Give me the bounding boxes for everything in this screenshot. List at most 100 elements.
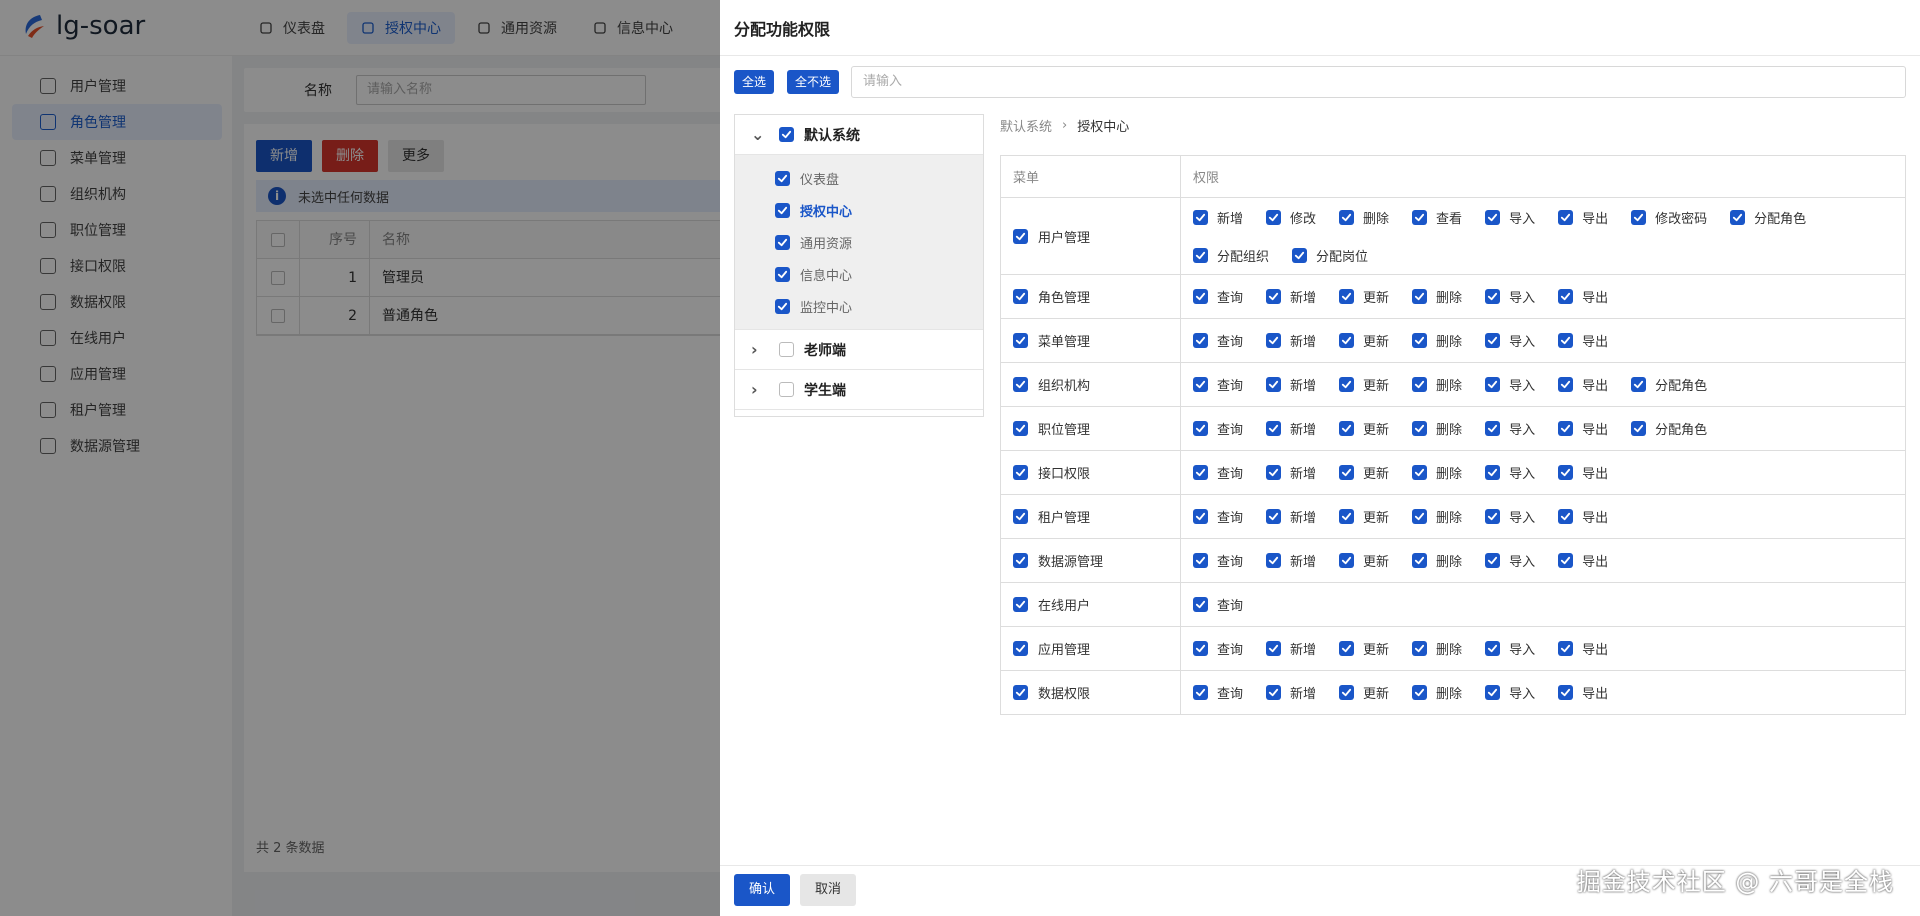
permission-checkbox[interactable] — [1412, 333, 1428, 348]
tree-node-checkbox[interactable] — [779, 382, 794, 397]
tree-node[interactable]: › 学生端 — [735, 370, 983, 410]
permission-item[interactable]: 更新 — [1339, 366, 1389, 404]
permission-checkbox[interactable] — [1558, 509, 1574, 524]
permission-checkbox[interactable] — [1485, 209, 1501, 225]
permission-item[interactable]: 导入 — [1485, 410, 1535, 448]
permission-checkbox[interactable] — [1558, 377, 1574, 392]
permission-checkbox[interactable] — [1412, 509, 1428, 524]
permission-item[interactable]: 删除 — [1412, 322, 1462, 360]
permission-item[interactable]: 更新 — [1339, 278, 1389, 316]
permission-checkbox[interactable] — [1631, 421, 1647, 436]
tree-node-checkbox[interactable] — [779, 342, 794, 357]
permission-checkbox[interactable] — [1339, 685, 1355, 700]
menu-item[interactable]: 租户管理 — [1013, 507, 1180, 526]
permission-item[interactable]: 导出 — [1558, 674, 1608, 712]
menu-item[interactable]: 菜单管理 — [1013, 331, 1180, 350]
permission-checkbox[interactable] — [1193, 553, 1208, 568]
permission-checkbox[interactable] — [1558, 333, 1574, 348]
permission-checkbox[interactable] — [1339, 509, 1355, 524]
permission-item[interactable]: 分配岗位 — [1292, 236, 1368, 274]
tree-child-item[interactable]: 信息中心 — [735, 258, 983, 290]
tree-child-item[interactable]: 授权中心 — [735, 194, 983, 226]
permission-checkbox[interactable] — [1266, 685, 1282, 700]
permission-checkbox[interactable] — [1266, 289, 1282, 304]
permission-item[interactable]: 导入 — [1485, 278, 1535, 316]
menu-item[interactable]: 角色管理 — [1013, 287, 1180, 306]
permission-item[interactable]: 查询 — [1193, 542, 1243, 580]
tree-child-item[interactable]: 仪表盘 — [735, 162, 983, 194]
permission-checkbox[interactable] — [1193, 509, 1208, 524]
menu-checkbox[interactable] — [1013, 509, 1028, 524]
permission-checkbox[interactable] — [1339, 421, 1355, 436]
permission-checkbox[interactable] — [1266, 377, 1282, 392]
permission-checkbox[interactable] — [1193, 377, 1208, 392]
permission-checkbox[interactable] — [1266, 421, 1282, 436]
tree-child-checkbox[interactable] — [775, 266, 790, 282]
permission-checkbox[interactable] — [1485, 377, 1501, 392]
permission-item[interactable]: 删除 — [1412, 278, 1462, 316]
permission-item[interactable]: 更新 — [1339, 542, 1389, 580]
permission-checkbox[interactable] — [1558, 641, 1574, 656]
permission-item[interactable]: 导入 — [1485, 198, 1535, 236]
menu-item[interactable]: 用户管理 — [1013, 227, 1180, 246]
permission-checkbox[interactable] — [1412, 685, 1428, 700]
menu-checkbox[interactable] — [1013, 333, 1028, 348]
permission-checkbox[interactable] — [1266, 465, 1282, 480]
permission-checkbox[interactable] — [1339, 333, 1355, 348]
permission-item[interactable]: 导入 — [1485, 674, 1535, 712]
permission-checkbox[interactable] — [1730, 209, 1746, 225]
permission-item[interactable]: 更新 — [1339, 674, 1389, 712]
permission-checkbox[interactable] — [1558, 421, 1574, 436]
menu-item[interactable]: 组织机构 — [1013, 375, 1180, 394]
tree-root-checkbox[interactable] — [779, 127, 794, 142]
permission-item[interactable]: 修改密码 — [1631, 198, 1707, 236]
permission-checkbox[interactable] — [1339, 553, 1355, 568]
menu-checkbox[interactable] — [1013, 553, 1028, 568]
permission-item[interactable]: 更新 — [1339, 630, 1389, 668]
modal-mask[interactable] — [0, 0, 720, 916]
permission-item[interactable]: 分配角色 — [1631, 410, 1707, 448]
permission-checkbox[interactable] — [1266, 641, 1282, 656]
permission-item[interactable]: 删除 — [1412, 542, 1462, 580]
permission-item[interactable]: 查询 — [1193, 410, 1243, 448]
chevron-right-icon[interactable]: › — [751, 340, 763, 359]
permission-item[interactable]: 分配角色 — [1730, 198, 1806, 236]
permission-item[interactable]: 更新 — [1339, 498, 1389, 536]
permission-checkbox[interactable] — [1485, 641, 1501, 656]
permission-checkbox[interactable] — [1339, 465, 1355, 480]
tree-child-checkbox[interactable] — [775, 234, 790, 250]
permission-checkbox[interactable] — [1193, 333, 1208, 348]
permission-item[interactable]: 查询 — [1193, 366, 1243, 404]
permission-item[interactable]: 新增 — [1266, 278, 1316, 316]
permission-item[interactable]: 新增 — [1266, 674, 1316, 712]
permission-item[interactable]: 导出 — [1558, 322, 1608, 360]
permission-checkbox[interactable] — [1412, 465, 1428, 480]
permission-checkbox[interactable] — [1412, 377, 1428, 392]
permission-item[interactable]: 导出 — [1558, 630, 1608, 668]
permission-item[interactable]: 导出 — [1558, 278, 1608, 316]
permission-item[interactable]: 导出 — [1558, 410, 1608, 448]
permission-checkbox[interactable] — [1193, 641, 1208, 656]
permission-item[interactable]: 导入 — [1485, 498, 1535, 536]
permission-item[interactable]: 导入 — [1485, 322, 1535, 360]
permission-checkbox[interactable] — [1266, 509, 1282, 524]
select-none-button[interactable]: 全不选 — [787, 70, 840, 94]
permission-item[interactable]: 查询 — [1193, 278, 1243, 316]
menu-item[interactable]: 数据源管理 — [1013, 551, 1180, 570]
permission-item[interactable]: 导出 — [1558, 198, 1608, 236]
tree-child-item[interactable]: 监控中心 — [735, 290, 983, 322]
menu-item[interactable]: 在线用户 — [1013, 595, 1180, 614]
permission-checkbox[interactable] — [1412, 553, 1428, 568]
permission-item[interactable]: 查询 — [1193, 586, 1243, 624]
permission-checkbox[interactable] — [1485, 333, 1501, 348]
tree-child-checkbox[interactable] — [775, 202, 790, 218]
menu-checkbox[interactable] — [1013, 289, 1028, 304]
permission-checkbox[interactable] — [1266, 553, 1282, 568]
permission-checkbox[interactable] — [1266, 333, 1282, 348]
permission-item[interactable]: 删除 — [1412, 366, 1462, 404]
permission-item[interactable]: 更新 — [1339, 454, 1389, 492]
menu-item[interactable]: 应用管理 — [1013, 639, 1180, 658]
permission-item[interactable]: 导出 — [1558, 454, 1608, 492]
permission-item[interactable]: 新增 — [1266, 454, 1316, 492]
menu-checkbox[interactable] — [1013, 465, 1028, 480]
